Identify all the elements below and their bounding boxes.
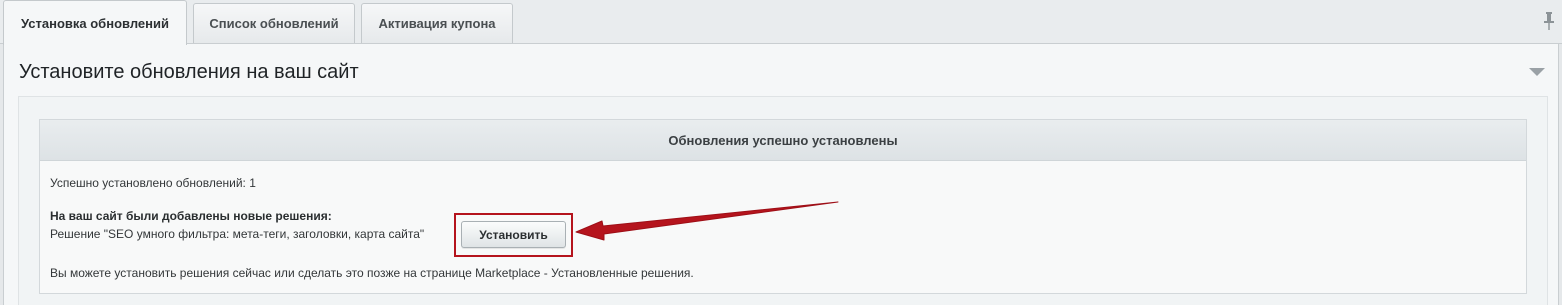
solution-text: Решение "SEO умного фильтра: мета-теги, …	[50, 227, 425, 241]
install-updates-panel: Установите обновления на ваш сайт Обновл…	[3, 44, 1559, 305]
panel-title: Установите обновления на ваш сайт	[19, 61, 359, 83]
install-button[interactable]: Установить	[461, 221, 566, 248]
panel-content: Обновления успешно установлены Успешно у…	[18, 96, 1548, 305]
page: Установка обновлений Список обновлений А…	[0, 0, 1562, 305]
result-header: Обновления успешно установлены	[40, 120, 1526, 161]
tab-updates-list[interactable]: Список обновлений	[193, 3, 355, 43]
tab-coupon-activation[interactable]: Активация купона	[361, 3, 513, 43]
update-result-box: Обновления успешно установлены Успешно у…	[39, 119, 1527, 294]
new-solutions-heading: На ваш сайт были добавлены новые решения…	[50, 209, 332, 223]
chevron-down-icon[interactable]	[1529, 68, 1545, 76]
pin-icon[interactable]	[1544, 12, 1554, 30]
installed-count-text: Успешно установлено обновлений: 1	[50, 176, 256, 190]
footer-note: Вы можете установить решения сейчас или …	[50, 266, 694, 280]
tab-bar: Установка обновлений Список обновлений А…	[0, 0, 1562, 45]
tab-install-updates[interactable]: Установка обновлений	[3, 0, 187, 45]
